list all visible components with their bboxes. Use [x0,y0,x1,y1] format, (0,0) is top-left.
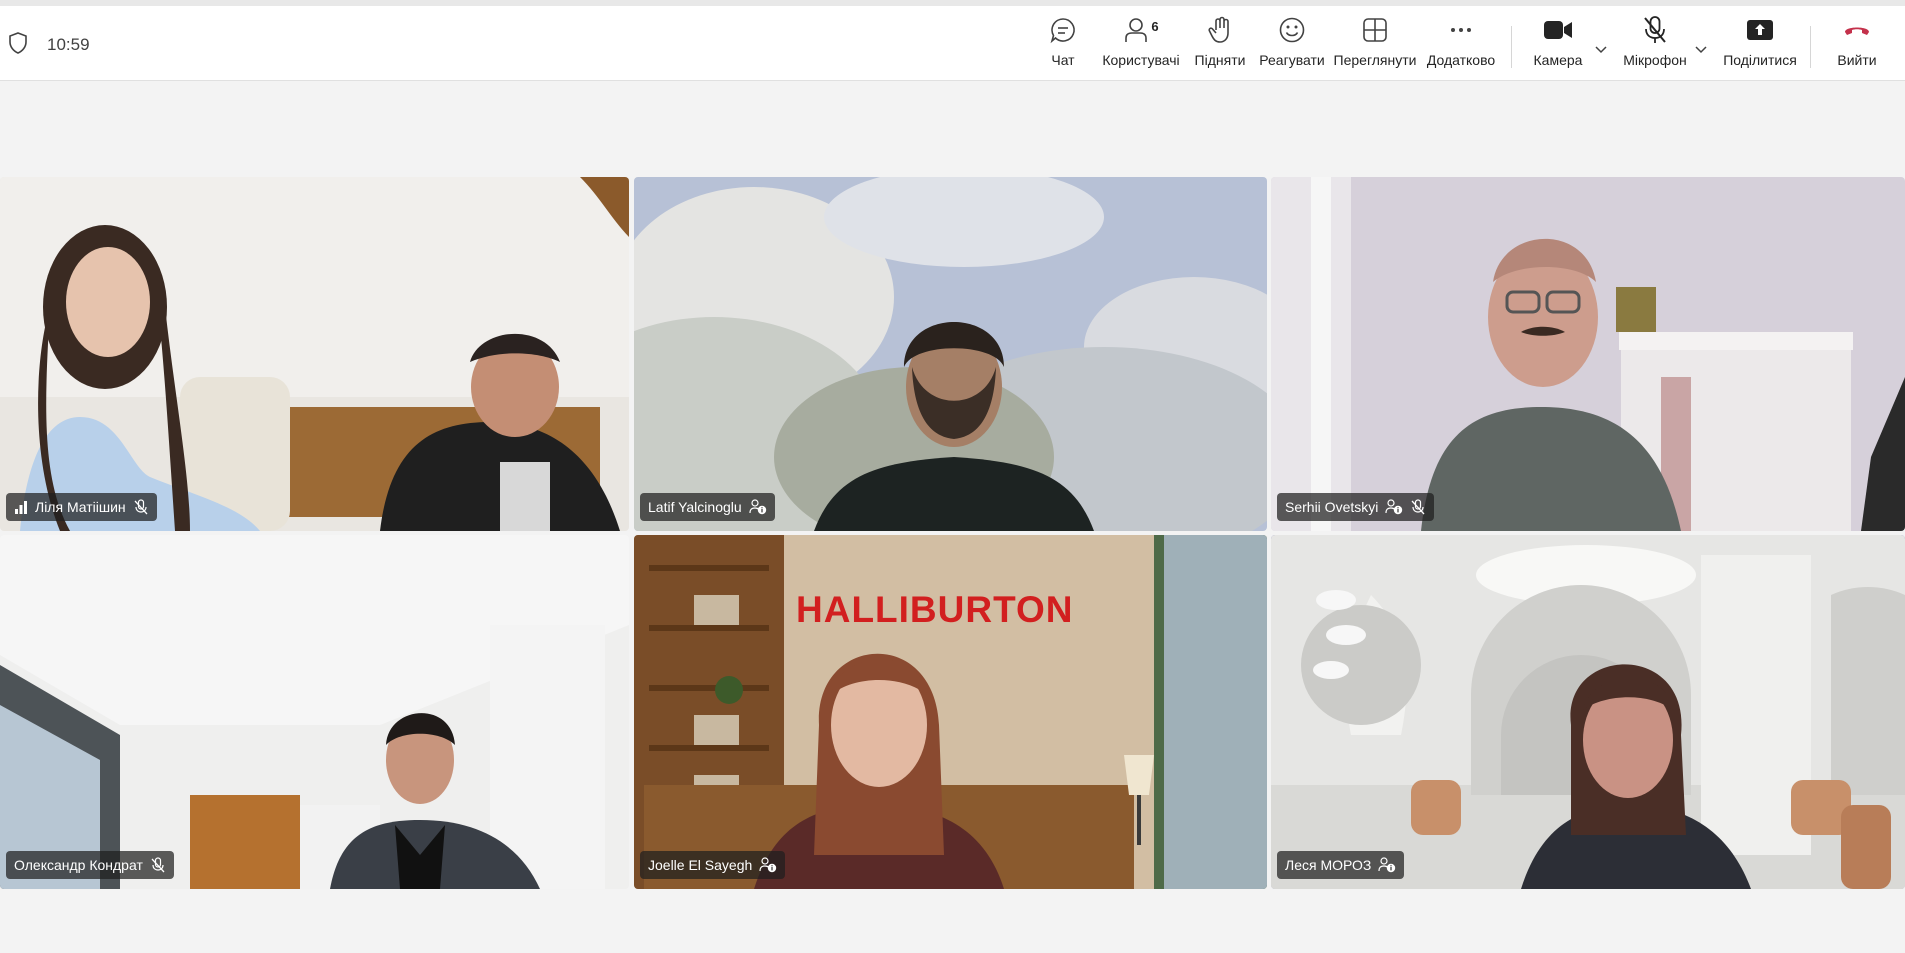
microphone-button[interactable]: Мікрофон [1620,14,1690,76]
participant-nametag: Ліля Матіішин [6,493,157,521]
participant-name: Ліля Матіішин [35,499,126,515]
people-label: Користувачі [1102,52,1180,68]
meeting-timer: 10:59 [47,35,90,54]
signal-strength-icon [15,501,27,514]
participant-name: Леся МОРОЗ [1285,857,1372,873]
more-label: Додатково [1426,52,1496,68]
meeting-toolbar: 10:59 Чат 6 Користувачі Підняти Реагуват… [0,6,1905,81]
participant-video [0,535,629,889]
participant-video-tile[interactable]: Ліля Матіішин [0,177,629,531]
microphone-muted-icon [1644,16,1666,43]
participant-info-icon [759,857,777,873]
people-icon [1125,18,1148,42]
microphone-options-chevron-icon[interactable] [1694,42,1708,56]
leave-label: Вийти [1837,52,1877,68]
microphone-label: Мікрофон [1623,52,1687,68]
halliburton-logo: HALLIBURTON [796,589,1074,630]
participant-nametag: Latif Yalcinoglu [640,493,775,521]
camera-button[interactable]: Камера [1531,14,1585,76]
participant-nametag: Леся МОРОЗ [1277,851,1405,879]
participant-video-tile[interactable]: HALLIBURTON Joelle El Sayegh [634,535,1267,889]
raise-hand-button[interactable]: Підняти [1193,14,1247,76]
camera-options-chevron-icon[interactable] [1594,42,1608,56]
microphone-muted-icon [151,857,165,873]
chat-icon [1050,18,1075,44]
participant-video [1271,535,1905,889]
participant-video [1271,177,1905,531]
participant-video [0,177,629,531]
participant-video [634,177,1267,531]
grid-view-icon [1363,18,1387,42]
react-button[interactable]: Реагувати [1259,14,1325,76]
chat-label: Чат [1051,52,1075,68]
participant-nametag: Joelle El Sayegh [640,851,786,879]
react-label: Реагувати [1259,52,1325,68]
participant-video-tile[interactable]: Леся МОРОЗ [1271,535,1905,889]
microphone-muted-icon [1411,499,1425,515]
participant-video-tile[interactable]: Олександр Кондрат [0,535,629,889]
shield-icon[interactable] [8,32,28,54]
leave-button[interactable]: Вийти [1832,14,1882,76]
participant-name: Joelle El Sayegh [648,857,753,873]
more-button[interactable]: Додатково [1426,14,1496,76]
people-button[interactable]: 6 Користувачі [1102,14,1180,76]
people-count: 6 [1151,18,1159,34]
participant-name: Latif Yalcinoglu [648,499,742,515]
hang-up-icon [1845,27,1869,35]
view-button[interactable]: Переглянути [1334,14,1416,76]
participant-name: Serhii Ovetskyi [1285,499,1379,515]
video-camera-icon [1544,21,1572,39]
chat-button[interactable]: Чат [1045,14,1081,76]
share-button[interactable]: Поділитися [1722,14,1798,76]
participant-nametag: Serhii Ovetskyi [1277,493,1435,521]
participant-info-icon [1385,499,1403,515]
camera-label: Камера [1533,52,1583,68]
toolbar-separator [1810,26,1811,68]
smiley-icon [1279,17,1305,43]
raise-hand-label: Підняти [1194,52,1246,68]
toolbar-separator [1511,26,1512,68]
participant-nametag: Олександр Кондрат [6,851,174,879]
view-label: Переглянути [1333,52,1417,68]
raise-hand-icon [1208,16,1229,43]
share-label: Поділитися [1723,52,1797,68]
participant-video-tile[interactable]: Serhii Ovetskyi [1271,177,1905,531]
share-screen-icon [1747,20,1773,40]
participant-name: Олександр Кондрат [14,857,143,873]
more-icon [1451,28,1471,32]
participant-info-icon [749,499,766,515]
microphone-muted-icon [134,499,148,515]
participant-video-tile[interactable]: Latif Yalcinoglu [634,177,1267,531]
participant-info-icon [1378,857,1396,873]
